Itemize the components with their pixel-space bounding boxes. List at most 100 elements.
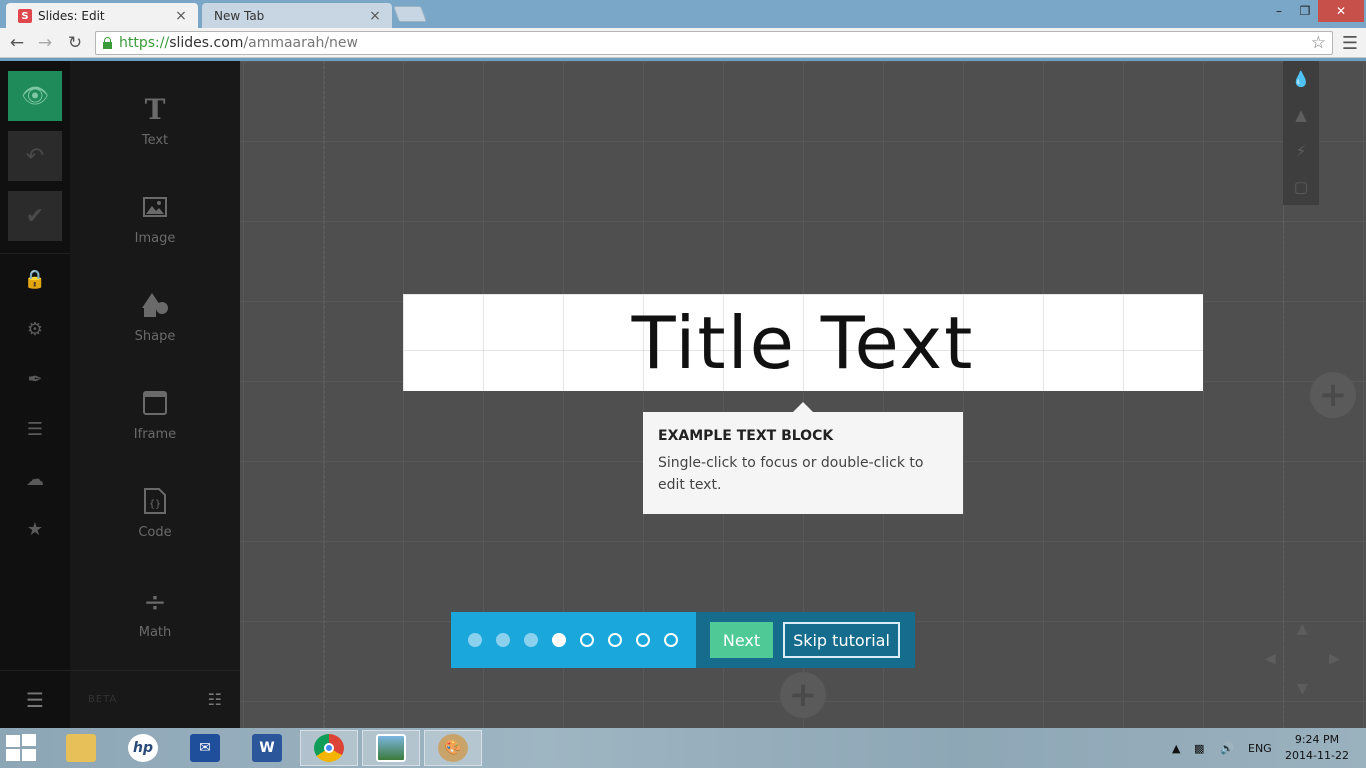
divide-icon: ÷	[143, 584, 167, 618]
new-tab-button[interactable]	[393, 6, 427, 22]
iframe-icon	[143, 383, 167, 423]
right-toolbar: 💧 ▲ ⚡ ▢	[1283, 61, 1319, 205]
clock-date: 2014-11-22	[1285, 749, 1349, 762]
back-arrow-icon[interactable]: ←	[6, 32, 28, 54]
arrow-left-icon[interactable]: ◀	[1265, 651, 1276, 667]
block-label: Image	[134, 231, 176, 246]
block-label: Math	[138, 625, 172, 640]
preview-eye-icon[interactable]: 👁	[8, 71, 62, 121]
menu-hamburger-icon[interactable]: ☰	[0, 670, 70, 728]
undo-icon[interactable]: ↶	[8, 131, 62, 181]
beta-label: BETA	[88, 694, 118, 705]
skip-tutorial-button[interactable]: Skip tutorial	[783, 622, 900, 658]
tab-slides-edit[interactable]: S Slides: Edit ×	[6, 3, 198, 29]
slide-navigation-arrows[interactable]: ▲ ◀ ▶ ▼	[1265, 621, 1345, 701]
bookmark-star-icon[interactable]: ☆	[1311, 33, 1326, 53]
book-icon[interactable]: ▢	[1283, 169, 1319, 205]
language-indicator[interactable]: ENG	[1248, 728, 1272, 768]
tutorial-step-dot[interactable]	[580, 633, 594, 647]
tutorial-step-dot[interactable]	[608, 633, 622, 647]
browser-titlebar: S Slides: Edit × New Tab × – ❐ ✕	[0, 0, 1366, 29]
windows-start-icon[interactable]	[6, 734, 38, 762]
lightning-icon[interactable]: ⚡	[1283, 133, 1319, 169]
clock[interactable]: 9:24 PM 2014-11-22	[1282, 732, 1352, 764]
slide-title[interactable]: Title Text	[632, 301, 975, 385]
forward-arrow-icon[interactable]: →	[34, 32, 56, 54]
sliders-icon[interactable]: ☷	[208, 690, 222, 709]
gear-icon[interactable]: ⚙	[0, 309, 70, 349]
lock-icon[interactable]: 🔒	[0, 259, 70, 299]
block-image[interactable]: Image	[70, 187, 240, 267]
tutorial-bar: Next Skip tutorial	[451, 612, 915, 668]
maximize-button[interactable]: ❐	[1292, 0, 1318, 22]
divider	[0, 253, 70, 254]
reload-icon[interactable]: ↻	[64, 32, 86, 54]
tab-label: New Tab	[214, 9, 265, 23]
droplet-icon[interactable]: 💧	[1283, 61, 1319, 97]
chart-icon[interactable]: ▲	[1283, 97, 1319, 133]
block-palette-footer: BETA ☷	[70, 670, 240, 728]
code-icon: {}	[144, 481, 166, 521]
word-icon[interactable]: W	[238, 730, 296, 766]
windows-taskbar: hp ✉ W 🎨 ▲ ▩ 🔊 ENG 9:24 PM 2014-11-22	[0, 728, 1366, 768]
cloud-lock-icon[interactable]: ☁	[0, 459, 70, 499]
block-iframe[interactable]: Iframe	[70, 383, 240, 463]
block-label: Shape	[134, 329, 176, 344]
tutorial-tooltip: EXAMPLE TEXT BLOCK Single-click to focus…	[643, 402, 963, 514]
star-icon[interactable]: ★	[0, 509, 70, 549]
slides-favicon-icon: S	[18, 9, 32, 23]
tutorial-step-dot-current[interactable]	[552, 633, 566, 647]
minimize-button[interactable]: –	[1266, 0, 1292, 22]
outlook-icon[interactable]: ✉	[176, 730, 234, 766]
block-label: Iframe	[133, 427, 177, 442]
tab-close-icon[interactable]: ×	[174, 8, 188, 24]
arrow-right-icon[interactable]: ▶	[1329, 651, 1340, 667]
paint-icon[interactable]: 🎨	[424, 730, 482, 766]
hp-icon[interactable]: hp	[114, 730, 172, 766]
tutorial-step-dot[interactable]	[524, 633, 538, 647]
volume-icon[interactable]: 🔊	[1220, 728, 1234, 768]
file-explorer-icon[interactable]	[52, 730, 110, 766]
arrow-down-icon[interactable]: ▼	[1297, 681, 1308, 697]
slides-editor: 👁 ↶ ✔ 🔒 ⚙ ✒ ☰ ☁ ★ ☰ T Text Image Shape I…	[0, 61, 1366, 728]
tutorial-step-dot[interactable]	[468, 633, 482, 647]
tooltip-body: Single-click to focus or double-click to…	[658, 455, 924, 493]
tutorial-step-dot[interactable]	[636, 633, 650, 647]
show-hidden-icons-icon[interactable]: ▲	[1172, 728, 1180, 768]
svg-text:{}: {}	[149, 499, 161, 510]
url-text: https://slides.com/ammaarah/new	[119, 35, 358, 51]
arrow-up-icon[interactable]: ▲	[1297, 621, 1308, 637]
tutorial-buttons: Next Skip tutorial	[696, 612, 915, 668]
block-code[interactable]: {} Code	[70, 481, 240, 561]
title-text-block[interactable]: Title Text	[403, 294, 1203, 391]
left-toolbar: 👁 ↶ ✔ 🔒 ⚙ ✒ ☰ ☁ ★ ☰	[0, 61, 70, 728]
chrome-icon[interactable]	[300, 730, 358, 766]
block-label: Text	[141, 133, 169, 148]
signal-strength-icon[interactable]: ▩	[1194, 728, 1204, 768]
tab-label: Slides: Edit	[38, 9, 105, 23]
layers-icon[interactable]: ☰	[0, 409, 70, 449]
chrome-menu-icon[interactable]: ☰	[1340, 32, 1360, 54]
clock-time: 9:24 PM	[1294, 733, 1340, 746]
shape-icon	[141, 285, 169, 325]
save-checkmark-icon[interactable]: ✔	[8, 191, 62, 241]
address-bar[interactable]: https://slides.com/ammaarah/new ☆	[95, 31, 1333, 55]
text-icon: T	[144, 92, 166, 126]
block-shape[interactable]: Shape	[70, 285, 240, 365]
photos-icon[interactable]	[362, 730, 420, 766]
tutorial-step-dot[interactable]	[496, 633, 510, 647]
tutorial-progress-dots	[451, 612, 703, 668]
add-slide-right-icon[interactable]: +	[1310, 372, 1356, 418]
brush-icon[interactable]: ✒	[0, 359, 70, 399]
close-window-button[interactable]: ✕	[1318, 0, 1364, 22]
next-button[interactable]: Next	[710, 622, 773, 658]
tutorial-step-dot[interactable]	[664, 633, 678, 647]
tab-new-tab[interactable]: New Tab ×	[202, 3, 392, 29]
block-text[interactable]: T Text	[70, 89, 240, 169]
add-slide-below-icon[interactable]: +	[780, 672, 826, 718]
block-math[interactable]: ÷ Math	[70, 581, 240, 661]
image-icon	[143, 187, 167, 227]
tooltip-title: EXAMPLE TEXT BLOCK	[658, 428, 834, 444]
tab-close-icon[interactable]: ×	[368, 8, 382, 24]
block-label: Code	[138, 525, 172, 540]
